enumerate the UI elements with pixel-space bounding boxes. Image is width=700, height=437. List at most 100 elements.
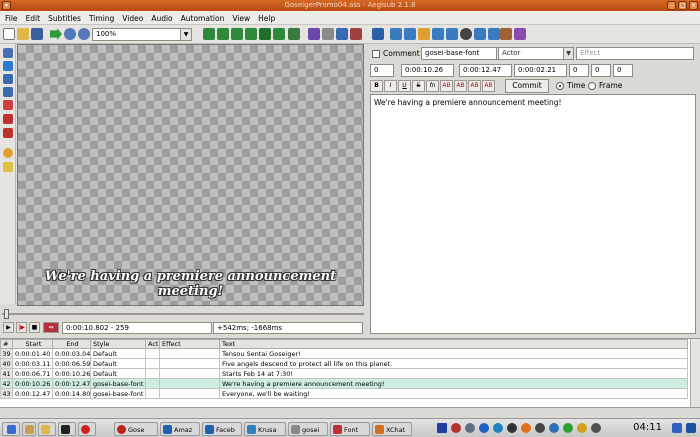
- new-file-icon[interactable]: [3, 28, 15, 40]
- show-desktop-button[interactable]: [22, 422, 36, 436]
- task-gosei[interactable]: gosei: [288, 422, 328, 436]
- autoscroll-icon[interactable]: ⇔: [43, 322, 59, 333]
- cursor-tool-icon[interactable]: [3, 48, 13, 58]
- rotate-xy-tool-icon[interactable]: [3, 87, 13, 97]
- layer-spin[interactable]: 0: [370, 64, 394, 77]
- scale-tool-icon[interactable]: [3, 100, 13, 110]
- keyboard-layout-icon[interactable]: [437, 423, 447, 433]
- task-xchat[interactable]: XChat: [372, 422, 412, 436]
- save-file-icon[interactable]: [31, 28, 43, 40]
- attachments-icon[interactable]: [231, 28, 243, 40]
- firefox-icon[interactable]: [521, 423, 531, 433]
- col-effect[interactable]: Effect: [159, 339, 220, 349]
- desktop-switcher-icon[interactable]: [672, 423, 682, 433]
- task-amazon[interactable]: Amaz: [160, 422, 200, 436]
- bold-button[interactable]: B: [370, 80, 383, 92]
- drag-tool-icon[interactable]: [3, 61, 13, 71]
- video-seek-slider[interactable]: [2, 309, 364, 319]
- rotate-z-tool-icon[interactable]: [3, 74, 13, 84]
- tag-icon[interactable]: [336, 28, 348, 40]
- spellcheck-icon[interactable]: [288, 28, 300, 40]
- table-row-selected[interactable]: 42 0:00:10.26 0:00:12.47 gosei-base-font…: [0, 378, 688, 389]
- media-icon[interactable]: [507, 423, 517, 433]
- commit-button[interactable]: Commit: [505, 79, 549, 93]
- menu-automation[interactable]: Automation: [176, 11, 228, 23]
- menu-subtitles[interactable]: Subtitles: [43, 11, 84, 23]
- col-style[interactable]: Style: [90, 339, 146, 349]
- margin-left-field[interactable]: 0: [569, 64, 589, 77]
- play-line-icon[interactable]: |▶: [16, 322, 27, 333]
- col-actor[interactable]: Act: [145, 339, 160, 349]
- maximize-button[interactable]: □: [678, 1, 687, 10]
- zoom-in-icon[interactable]: [64, 28, 76, 40]
- frame-radio[interactable]: [588, 82, 596, 90]
- table-row[interactable]: 40 0:00:03.11 0:00:06.59 Default Five an…: [0, 358, 688, 369]
- task-gose[interactable]: Gose: [114, 422, 158, 436]
- film-icon[interactable]: [259, 28, 271, 40]
- time-radio[interactable]: [556, 82, 564, 90]
- close-button[interactable]: ×: [689, 1, 698, 10]
- zoom-out-icon[interactable]: [78, 28, 90, 40]
- font-button[interactable]: fn: [426, 80, 439, 92]
- comment-checkbox[interactable]: [372, 50, 380, 58]
- bluetooth-icon[interactable]: [479, 423, 489, 433]
- tray-app-icon[interactable]: [451, 423, 461, 433]
- secondary-color-button[interactable]: AB: [454, 80, 467, 92]
- clock[interactable]: 04:11: [633, 422, 662, 433]
- menu-file[interactable]: File: [0, 11, 21, 23]
- menu-timing[interactable]: Timing: [84, 11, 117, 23]
- play-icon[interactable]: ▶: [3, 322, 14, 333]
- grid-scrollbar[interactable]: [690, 339, 700, 407]
- snap-start-icon[interactable]: [404, 28, 416, 40]
- battery-icon[interactable]: [577, 423, 587, 433]
- shift-times-icon[interactable]: [390, 28, 402, 40]
- update-icon[interactable]: [493, 423, 503, 433]
- table-row[interactable]: 41 0:00:06.71 0:00:10.26 Default Starts …: [0, 368, 688, 379]
- style-combo[interactable]: gosei-base-font▼: [421, 47, 507, 60]
- vector-clip-tool-icon[interactable]: [3, 128, 13, 138]
- primary-color-button[interactable]: AB: [440, 80, 453, 92]
- zoom-select[interactable]: 100% ▼: [92, 28, 192, 41]
- resample-icon[interactable]: [273, 28, 285, 40]
- menu-view[interactable]: View: [227, 11, 253, 23]
- start-menu-button[interactable]: [2, 422, 20, 436]
- options-icon[interactable]: [500, 28, 512, 40]
- steam-icon[interactable]: [563, 423, 573, 433]
- styles-manager-icon[interactable]: [203, 28, 215, 40]
- kanji-timer-icon[interactable]: [474, 28, 486, 40]
- table-row[interactable]: 43 0:00:12.47 0:00:14.80 gosei-base-font…: [0, 388, 688, 399]
- italic-button[interactable]: I: [384, 80, 397, 92]
- terminal-launcher[interactable]: [58, 422, 76, 436]
- duration-field[interactable]: 0:00:02.21: [514, 64, 567, 77]
- seek-thumb[interactable]: [4, 309, 9, 319]
- snap-scene-icon[interactable]: [432, 28, 444, 40]
- opera-launcher[interactable]: [78, 422, 96, 436]
- menu-edit[interactable]: Edit: [21, 11, 44, 23]
- actor-combo[interactable]: Actor ▼: [498, 47, 574, 60]
- table-row[interactable]: 39 0:00:01.40 0:00:03.04 Default Tensou …: [0, 348, 688, 359]
- shadow-color-button[interactable]: AB: [482, 80, 495, 92]
- margin-right-field[interactable]: 0: [591, 64, 611, 77]
- task-facebook[interactable]: Faceb: [202, 422, 242, 436]
- files-launcher[interactable]: [38, 422, 56, 436]
- task-krusader[interactable]: Krusa: [244, 422, 286, 436]
- kde-menu-icon[interactable]: [686, 423, 696, 433]
- open-file-icon[interactable]: [17, 28, 29, 40]
- clear-icon[interactable]: [350, 28, 362, 40]
- video-display[interactable]: We're having a premiere announcement mee…: [17, 44, 364, 306]
- subtitle-text-editor[interactable]: We're having a premiere announcement mee…: [370, 94, 696, 334]
- col-start[interactable]: Start: [12, 339, 53, 349]
- skype-icon[interactable]: [549, 423, 559, 433]
- end-time-field[interactable]: 0:00:12.47: [459, 64, 512, 77]
- automation-icon[interactable]: [308, 28, 320, 40]
- clipboard-icon[interactable]: [535, 423, 545, 433]
- snap-end-icon[interactable]: [418, 28, 430, 40]
- task-font[interactable]: Font: [330, 422, 370, 436]
- menu-video[interactable]: Video: [117, 11, 146, 23]
- fonts-collector-icon[interactable]: [245, 28, 257, 40]
- menu-help[interactable]: Help: [253, 11, 278, 23]
- volume-icon[interactable]: [591, 423, 601, 433]
- col-number[interactable]: #: [0, 339, 13, 349]
- start-time-field[interactable]: 0:00:10.26: [401, 64, 454, 77]
- strikeout-button[interactable]: S: [412, 80, 425, 92]
